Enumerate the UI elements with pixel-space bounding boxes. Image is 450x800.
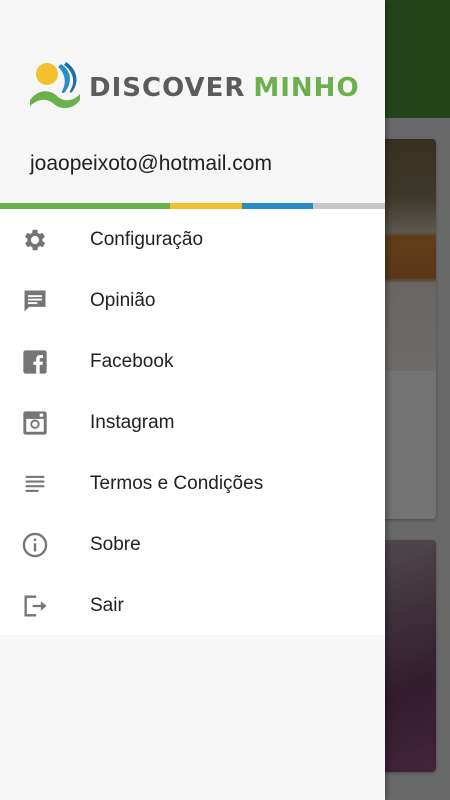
menu-item-label: Instagram <box>90 411 175 433</box>
brand-part-minho: MINHO <box>253 73 360 103</box>
gear-icon <box>24 229 46 251</box>
menu-item-configuracao[interactable]: Configuração <box>0 209 385 270</box>
drawer-menu: Configuração Opinião Facebook Instagram … <box>0 209 385 635</box>
facebook-icon <box>23 350 47 374</box>
menu-item-label: Configuração <box>90 228 204 250</box>
menu-item-label: Sobre <box>90 533 141 555</box>
menu-item-sair[interactable]: Sair <box>0 575 385 636</box>
logo-mark-icon <box>30 62 80 109</box>
exit-icon <box>24 595 47 617</box>
app-logo: DISCOVER MINHO <box>27 60 360 116</box>
brand-part-discover: DISCOVER <box>89 73 246 103</box>
text-lines-icon <box>25 475 45 492</box>
menu-item-label: Termos e Condições <box>90 472 264 494</box>
menu-item-facebook[interactable]: Facebook <box>0 331 385 392</box>
menu-item-label: Facebook <box>90 350 174 372</box>
menu-item-instagram[interactable]: Instagram <box>0 392 385 453</box>
menu-item-termos[interactable]: Termos e Condições <box>0 453 385 514</box>
chat-icon <box>24 290 46 312</box>
navigation-drawer: DISCOVER MINHO joaopeixoto@hotmail.com Co… <box>0 0 385 800</box>
user-email: joaopeixoto@hotmail.com <box>30 152 272 175</box>
menu-item-opiniao[interactable]: Opinião <box>0 270 385 331</box>
info-icon <box>22 532 48 558</box>
menu-item-sobre[interactable]: Sobre <box>0 514 385 575</box>
menu-item-label: Opinião <box>90 289 156 311</box>
brand-name: DISCOVER MINHO <box>89 73 360 103</box>
instagram-icon <box>23 411 47 435</box>
drawer-header: DISCOVER MINHO joaopeixoto@hotmail.com <box>0 0 385 203</box>
menu-item-label: Sair <box>90 594 124 616</box>
